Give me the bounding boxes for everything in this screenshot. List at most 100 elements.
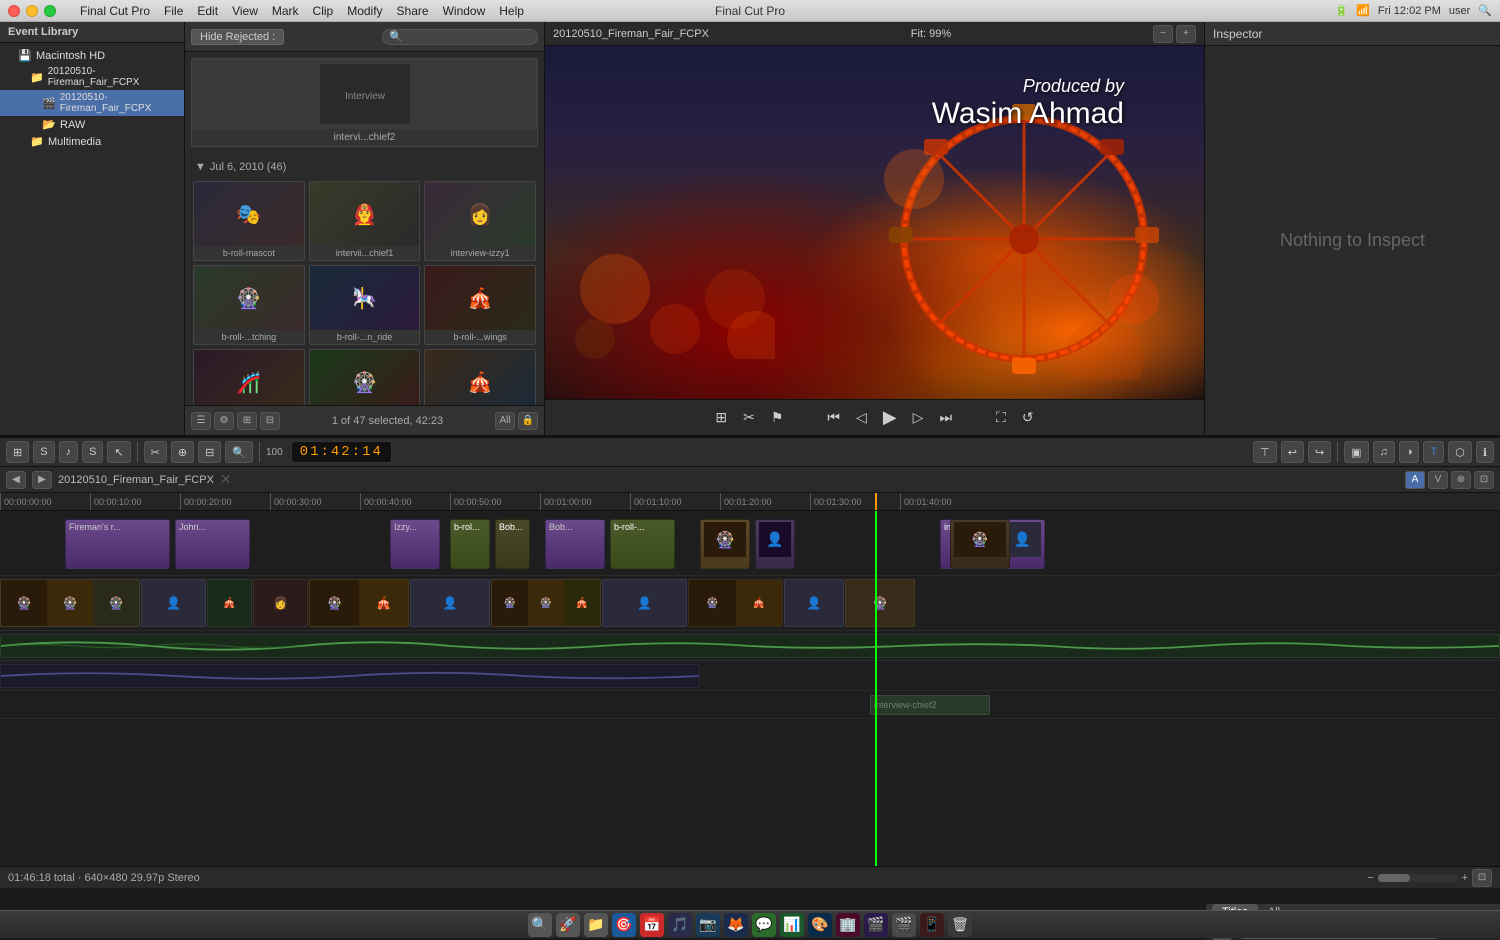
menu-share[interactable]: Share — [397, 4, 429, 18]
tl-fit-btn[interactable]: ⊡ — [1474, 471, 1494, 489]
color-btn[interactable]: ◑ — [1399, 441, 1420, 463]
viewer-btn-back[interactable]: ◁ — [852, 407, 871, 428]
main-clip-7[interactable]: 👤 — [602, 579, 687, 627]
tl-close-icon[interactable]: ✕ — [220, 471, 232, 488]
viewer-btn-forward[interactable]: ▷ — [909, 407, 928, 428]
viewer-btn-end[interactable]: ⏭ — [935, 407, 956, 428]
generator-btn[interactable]: ⬡ — [1448, 441, 1472, 463]
tl-view-btn2[interactable]: V — [1428, 471, 1448, 489]
main-clip-8[interactable]: 🎡 🎪 — [688, 579, 783, 627]
hide-rejected-button[interactable]: Hide Rejected : — [191, 29, 284, 45]
main-clip-10[interactable]: 🎡 — [845, 579, 915, 627]
dock-icon-appstore[interactable]: 🎯 — [612, 913, 636, 937]
minimize-button[interactable] — [26, 5, 38, 17]
date-header[interactable]: ▼ Jul 6, 2010 (46) — [189, 157, 540, 177]
dock-icon-numbers[interactable]: 📊 — [780, 913, 804, 937]
clip-thumb-tilted[interactable]: 🎢 b-roll-...tilted — [193, 349, 305, 405]
clip-thumb-wings[interactable]: 🎪 b-roll-...wings — [424, 265, 536, 345]
range-button[interactable]: ⊟ — [198, 441, 221, 463]
menu-view[interactable]: View — [232, 4, 258, 18]
viewer-btn-trim[interactable]: ✂ — [739, 407, 759, 428]
clip-bob[interactable]: Bob... — [545, 519, 605, 569]
menu-mark[interactable]: Mark — [272, 4, 299, 18]
library-item-raw[interactable]: 📂 RAW — [0, 116, 184, 133]
clip-broll-3[interactable]: b-roll-... — [610, 519, 675, 569]
view-grid-button[interactable]: ⊞ — [237, 412, 257, 430]
clip-thumb-chief1[interactable]: 👨‍🚒 intervii...chief1 — [309, 181, 421, 261]
view-list-button[interactable]: ☰ — [191, 412, 211, 430]
redo-button[interactable]: ↪ — [1308, 441, 1331, 463]
zoom-tl-button[interactable]: 🔍 — [225, 441, 253, 463]
viewer-btn-mark[interactable]: ⚑ — [767, 407, 788, 428]
viewer-zoom-in[interactable]: − — [1153, 25, 1173, 43]
video-btn[interactable]: ▣ — [1344, 441, 1368, 463]
inspector-btn[interactable]: ℹ — [1476, 441, 1494, 463]
clip-thumb-heel2[interactable]: 🎪 b-roll-...heel2 — [424, 349, 536, 405]
dock-icon-indesign[interactable]: 🏢 — [836, 913, 860, 937]
clip-thumb-izzy1[interactable]: 👩 interview-izzy1 — [424, 181, 536, 261]
trim-start-button[interactable]: ⊤ — [1253, 441, 1277, 463]
all-button[interactable]: All — [495, 412, 515, 430]
menu-clip[interactable]: Clip — [313, 4, 334, 18]
search-icon[interactable]: 🔍 — [1478, 4, 1492, 17]
dock-icon-iphoto[interactable]: 📷 — [696, 913, 720, 937]
tl-zoom-btn[interactable]: ⊕ — [1451, 471, 1471, 489]
dock-icon-finder[interactable]: 🔍 — [528, 913, 552, 937]
top-clip-item[interactable]: Interview intervi...chief2 — [191, 58, 538, 147]
tl-view-btn1[interactable]: A — [1405, 471, 1425, 489]
close-button[interactable] — [8, 5, 20, 17]
main-clip-9[interactable]: 👤 — [784, 579, 844, 627]
viewer-btn-play[interactable]: ▶ — [879, 405, 901, 430]
clip-thumb-usel1[interactable]: 🎡 b-roll-...usel1 — [309, 349, 421, 405]
main-clip-5[interactable]: 👤 — [410, 579, 490, 627]
menu-fcp[interactable]: Final Cut Pro — [80, 4, 150, 18]
clip-john[interactable]: John... — [175, 519, 250, 569]
clip-izzy-upper[interactable]: Izzy... — [390, 519, 440, 569]
menu-window[interactable]: Window — [443, 4, 486, 18]
menu-edit[interactable]: Edit — [197, 4, 218, 18]
clip-thumb-ride[interactable]: 🎠 b-roll-...n_ride — [309, 265, 421, 345]
menu-modify[interactable]: Modify — [347, 4, 382, 18]
browser-search-input[interactable] — [382, 29, 538, 45]
main-clip-6[interactable]: 🎡 🎡 🎪 — [491, 579, 601, 627]
razor-button[interactable]: ✂ — [144, 441, 167, 463]
dock-icon-bridge[interactable]: 🎬 — [864, 913, 888, 937]
library-item-fcpx[interactable]: 🎬 20120510-Fireman_Fair_FCPX — [0, 90, 184, 116]
library-item-macintosh[interactable]: 💾 Macintosh HD — [0, 47, 184, 64]
zoom-fit-btn[interactable]: ⊡ — [1472, 869, 1492, 887]
view-split-button[interactable]: ⊟ — [260, 412, 280, 430]
main-clip-interview[interactable]: 👤 — [141, 579, 206, 627]
library-item-multimedia[interactable]: 📁 Multimedia — [0, 133, 184, 150]
zoom-slider[interactable] — [1378, 874, 1458, 882]
clip-thumb-mascot[interactable]: 🎭 b-roll-mascot — [193, 181, 305, 261]
position-button[interactable]: ⊕ — [171, 441, 194, 463]
dock-icon-cal[interactable]: 📅 — [640, 913, 664, 937]
clip-firemans[interactable]: Fireman's r... — [65, 519, 170, 569]
library-item-project[interactable]: 📁 20120510-Fireman_Fair_FCPX — [0, 64, 184, 90]
dock-icon-firefox[interactable]: 🦊 — [724, 913, 748, 937]
dock-icon-fcp[interactable]: 🎬 — [892, 913, 916, 937]
timeline-tracks[interactable]: Fireman's r... John... Izzy... b-rol... — [0, 511, 1500, 866]
dock-icon-compressor[interactable]: 📱 — [920, 913, 944, 937]
tool-select[interactable]: ↖ — [107, 441, 130, 463]
audio-mix-btn[interactable]: ♫ — [1373, 441, 1395, 463]
skimming-button[interactable]: S — [33, 441, 54, 463]
viewer-canvas[interactable]: Produced by Wasim Ahmad — [545, 46, 1204, 399]
main-clip-3[interactable]: 👩 — [253, 579, 308, 627]
menu-file[interactable]: File — [164, 4, 183, 18]
clip-broll-2[interactable]: Bob... — [495, 519, 530, 569]
dock-icon-files[interactable]: 📁 — [584, 913, 608, 937]
menu-help[interactable]: Help — [499, 4, 524, 18]
tl-back-btn[interactable]: ◀ — [6, 471, 26, 489]
title-btn[interactable]: T — [1423, 441, 1444, 463]
clip-fair-thumb[interactable]: 🎡 — [700, 519, 750, 569]
audio-button[interactable]: ♪ — [59, 441, 79, 463]
maximize-button[interactable] — [44, 5, 56, 17]
clip-thumb-tching[interactable]: 🎡 b-roll-...tching — [193, 265, 305, 345]
solo-button[interactable]: S — [82, 441, 103, 463]
label-interview-chief2[interactable]: interview-chief2 — [870, 695, 990, 715]
dock-icon-messages[interactable]: 💬 — [752, 913, 776, 937]
main-clip-4[interactable]: 🎡 🎪 — [309, 579, 409, 627]
viewer-btn-rewind[interactable]: ⏮ — [823, 407, 844, 428]
clip-interview-thumb[interactable]: 👤 — [755, 519, 795, 569]
